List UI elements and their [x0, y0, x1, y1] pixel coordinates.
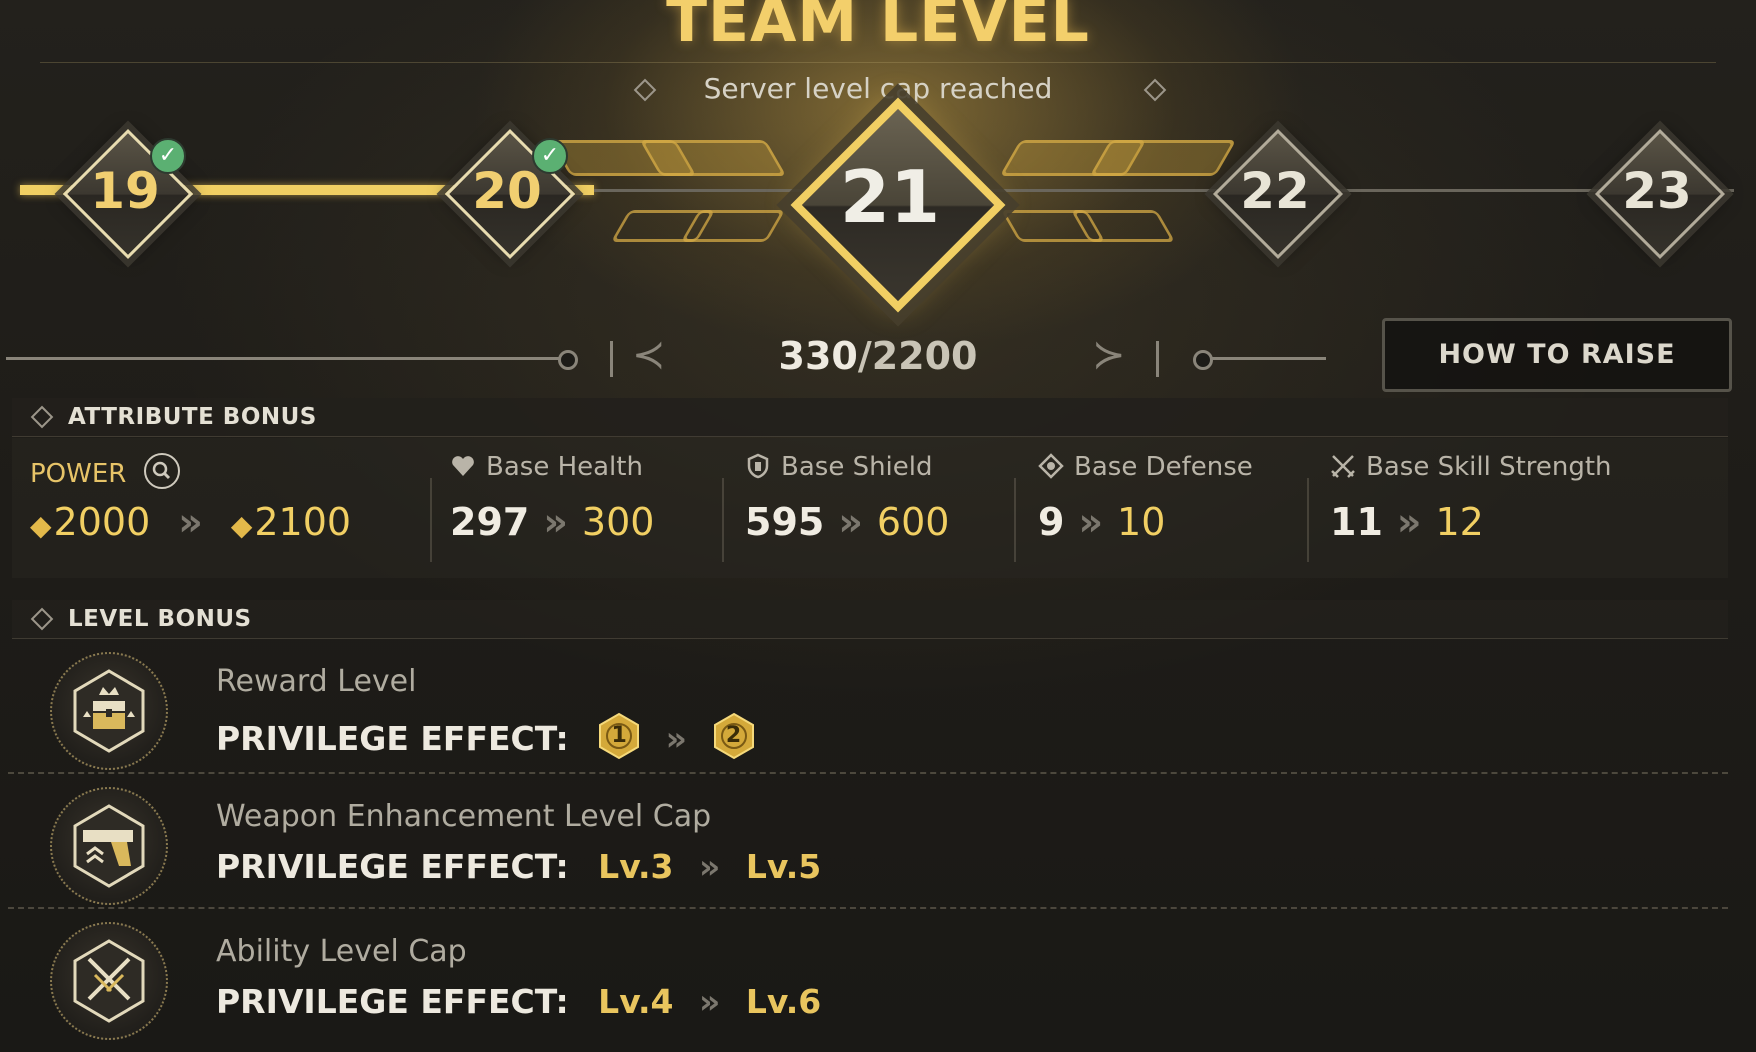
- effect-label: PRIVILEGE EFFECT:: [216, 847, 569, 886]
- attr-base-skill-strength: Base Skill Strength 11 » 12: [1330, 452, 1612, 544]
- attr-to: 10: [1117, 500, 1166, 544]
- diamond-bullet-icon: [30, 405, 54, 429]
- double-chevron-icon: »: [665, 719, 687, 758]
- attr-divider: [722, 478, 724, 562]
- attr-from: 2000: [53, 500, 151, 544]
- progress-current: 330: [778, 334, 858, 378]
- level-number: 23: [1622, 162, 1692, 220]
- defense-icon: [1038, 453, 1064, 479]
- checkmark-icon: ✓: [532, 138, 568, 174]
- attr-label: Base Shield: [745, 452, 949, 482]
- bonus-row-ability-level-cap: Ability Level Cap PRIVILEGE EFFECT: Lv.4…: [8, 914, 1728, 1044]
- attr-power: POWER ◆2000» ◆2100: [30, 452, 351, 544]
- bonus-title: Weapon Enhancement Level Cap: [216, 799, 712, 834]
- bonus-row-weapon-enhancement: Weapon Enhancement Level Cap PRIVILEGE E…: [8, 779, 1728, 909]
- power-gem-icon: ◆: [230, 509, 253, 542]
- crossed-swords-badge: [50, 922, 168, 1040]
- progress-line-right: [1210, 357, 1326, 360]
- progress-tick-right: [1156, 341, 1159, 377]
- level-node-23[interactable]: 23: [1582, 116, 1732, 266]
- progress-max: /2200: [857, 334, 978, 378]
- reward-level-coin: 1: [598, 712, 640, 760]
- level-number: 20: [472, 162, 542, 220]
- crossed-swords-icon: [73, 939, 145, 1023]
- level-node-21-current[interactable]: 21: [775, 82, 1006, 313]
- treasure-chest-badge: [50, 652, 168, 770]
- double-chevron-icon: »: [178, 500, 203, 544]
- header-divider: [40, 62, 1716, 63]
- bonus-title: Ability Level Cap: [216, 934, 467, 969]
- attr-to: 12: [1435, 500, 1484, 544]
- attr-label: Base Skill Strength: [1330, 452, 1612, 482]
- double-chevron-icon: »: [838, 500, 863, 544]
- privilege-effect: PRIVILEGE EFFECT: Lv.3 » Lv.5: [216, 847, 821, 886]
- attr-label: POWER: [30, 452, 351, 490]
- attr-to: 300: [581, 500, 655, 544]
- attr-from: 297: [450, 500, 530, 544]
- section-title: LEVEL BONUS: [68, 606, 252, 632]
- how-to-raise-button[interactable]: HOW TO RAISE: [1382, 318, 1732, 392]
- level-node-22[interactable]: 22: [1200, 116, 1350, 266]
- row-divider: [8, 772, 1728, 774]
- double-chevron-icon: »: [699, 847, 721, 886]
- privilege-effect: PRIVILEGE EFFECT: 1 » 2: [216, 712, 755, 760]
- search-icon[interactable]: [143, 452, 181, 490]
- double-chevron-icon: »: [543, 500, 568, 544]
- effect-from: Lv.3: [598, 847, 674, 886]
- row-divider: [8, 907, 1728, 909]
- attr-divider: [1014, 478, 1016, 562]
- attr-base-defense: Base Defense 9 » 10: [1038, 452, 1253, 544]
- level-track-remaining: [594, 189, 1734, 192]
- wing-ornament: [639, 140, 787, 176]
- attr-divider: [430, 478, 432, 562]
- effect-label: PRIVILEGE EFFECT:: [216, 982, 569, 1021]
- effect-from: Lv.4: [598, 982, 674, 1021]
- attr-from: 9: [1038, 500, 1065, 544]
- attribute-bonus-header: ATTRIBUTE BONUS: [12, 398, 1728, 437]
- section-title: ATTRIBUTE BONUS: [68, 404, 317, 430]
- bonus-title: Reward Level: [216, 664, 417, 699]
- level-number: 22: [1240, 162, 1310, 220]
- treasure-chest-icon: [73, 669, 145, 753]
- pistol-badge: [50, 787, 168, 905]
- effect-to: Lv.6: [745, 982, 822, 1021]
- attr-base-shield: Base Shield 595 » 600: [745, 452, 949, 544]
- double-chevron-icon: »: [1078, 500, 1104, 544]
- checkmark-icon: ✓: [150, 138, 186, 174]
- level-node-19[interactable]: 19 ✓: [50, 116, 200, 266]
- attr-from: 11: [1330, 500, 1383, 544]
- diamond-bullet-icon: [30, 607, 54, 631]
- attr-to: 2100: [254, 500, 352, 544]
- double-chevron-icon: »: [1396, 500, 1422, 544]
- effect-to: Lv.5: [745, 847, 822, 886]
- level-number: 19: [90, 162, 160, 220]
- level-node-20[interactable]: 20 ✓: [432, 116, 582, 266]
- level-bonus-header: LEVEL BONUS: [12, 600, 1728, 639]
- attr-to: 600: [876, 500, 950, 544]
- bonus-row-reward-level: Reward Level PRIVILEGE EFFECT: 1 » 2: [8, 644, 1728, 774]
- attr-from: 595: [745, 500, 825, 544]
- attr-divider: [1307, 478, 1309, 562]
- heart-icon: [452, 456, 474, 476]
- privilege-effect: PRIVILEGE EFFECT: Lv.4 » Lv.6: [216, 982, 821, 1021]
- shield-icon: [747, 453, 769, 479]
- crossed-swords-icon: [1331, 455, 1355, 478]
- reward-level-coin: 2: [713, 712, 755, 760]
- wing-ornament: [1070, 210, 1176, 242]
- progress-knob-right: [1193, 350, 1213, 370]
- effect-label: PRIVILEGE EFFECT:: [216, 719, 569, 758]
- power-gem-icon: ◆: [30, 509, 52, 542]
- attr-label: Base Health: [450, 452, 654, 482]
- page-title: TEAM LEVEL: [666, 0, 1090, 56]
- chevron-right-icon: ≻: [1092, 332, 1126, 378]
- attr-label: Base Defense: [1038, 452, 1253, 482]
- double-chevron-icon: »: [699, 982, 721, 1021]
- attr-base-health: Base Health 297 » 300: [450, 452, 654, 544]
- pistol-icon: [73, 804, 145, 888]
- level-number: 21: [839, 155, 941, 239]
